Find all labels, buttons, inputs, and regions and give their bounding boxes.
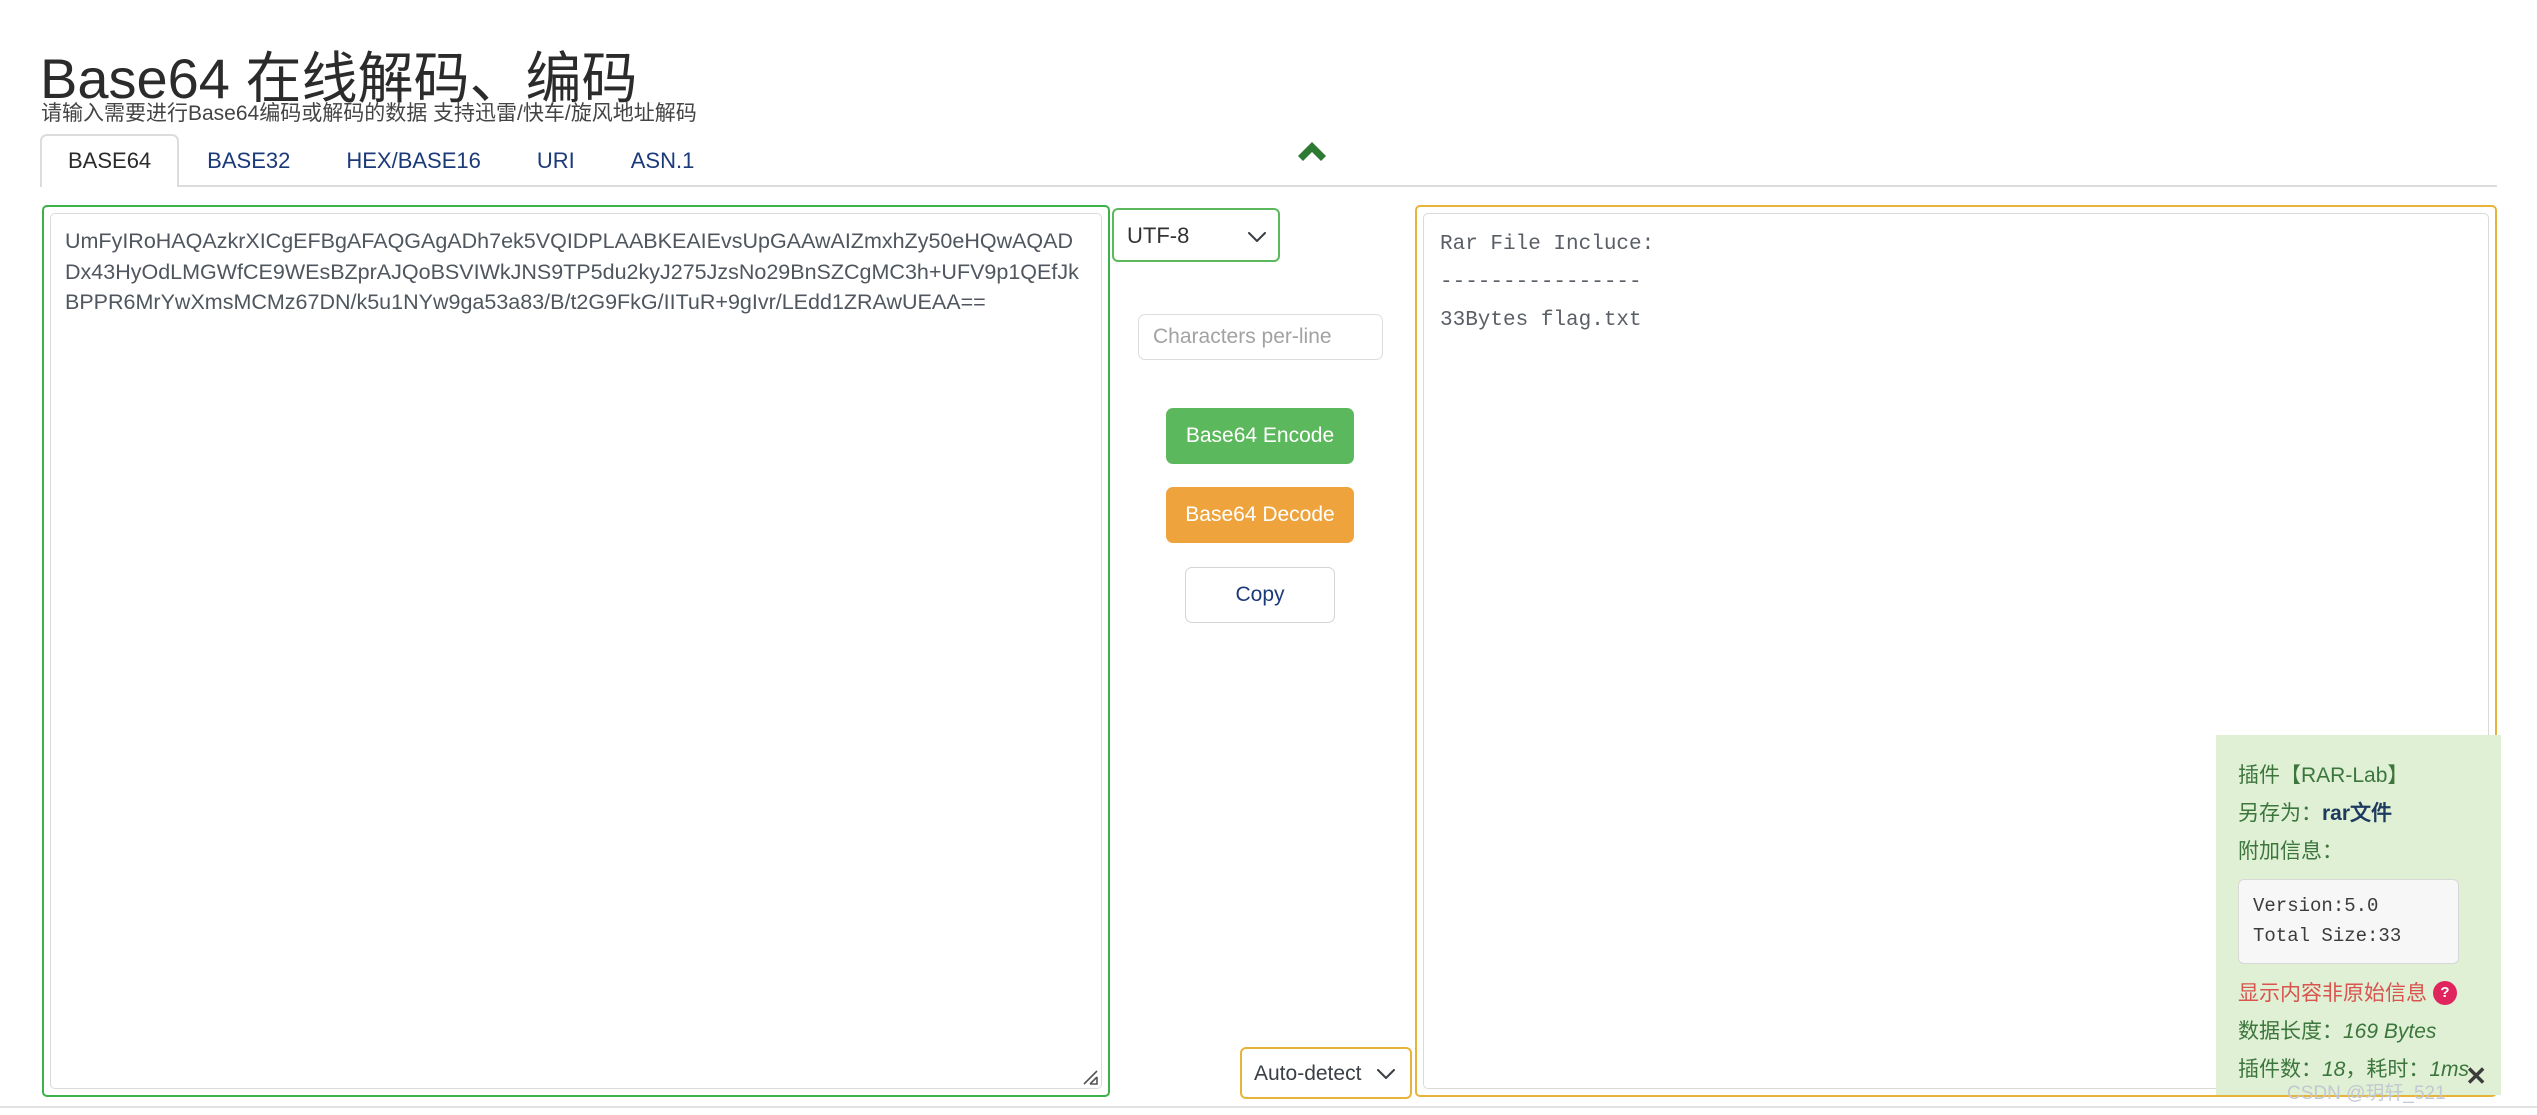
page-subtitle: 请输入需要进行Base64编码或解码的数据 支持迅雷/快车/旋风地址解码 (41, 97, 697, 127)
data-length-label: 数据长度： (2238, 1020, 2343, 1043)
tab-base64[interactable]: BASE64 (40, 134, 179, 187)
data-length-row: 数据长度：169 Bytes (2238, 1013, 2501, 1051)
tab-hex-base16[interactable]: HEX/BASE16 (318, 134, 509, 187)
data-length-value: 169 Bytes (2343, 1020, 2436, 1043)
plugin-info-popup: 插件【RAR-Lab】 另存为：rar文件 附加信息： Version:5.0 … (2216, 735, 2501, 1095)
bottom-divider (0, 1106, 2537, 1108)
base64-encode-button[interactable]: Base64 Encode (1166, 408, 1354, 464)
page-root: Base64 在线解码、编码 请输入需要进行Base64编码或解码的数据 支持迅… (0, 0, 2537, 1115)
save-as-value[interactable]: rar文件 (2322, 802, 2392, 825)
close-icon[interactable]: ✕ (2465, 1063, 2487, 1089)
save-as-row: 另存为：rar文件 (2238, 795, 2501, 833)
tab-bar: BASE64 BASE32 HEX/BASE16 URI ASN.1 (40, 132, 2497, 187)
save-as-label: 另存为： (2238, 802, 2322, 825)
help-icon[interactable]: ? (2433, 981, 2457, 1005)
extra-info-box: Version:5.0 Total Size:33 (2238, 879, 2459, 964)
non-original-warning-row: 显示内容非原始信息? (2238, 975, 2501, 1013)
characters-per-line-input[interactable] (1138, 314, 1383, 360)
chevron-up-icon[interactable] (1295, 136, 1329, 162)
watermark: CSDN @玥轩_521 (2287, 1078, 2446, 1105)
base64-decode-button[interactable]: Base64 Decode (1166, 487, 1354, 543)
tab-uri[interactable]: URI (509, 134, 603, 187)
tab-base32[interactable]: BASE32 (179, 134, 318, 187)
copy-button[interactable]: Copy (1185, 567, 1335, 623)
plugin-name: 插件【RAR-Lab】 (2238, 757, 2501, 795)
input-panel (42, 205, 1110, 1097)
tab-asn1[interactable]: ASN.1 (603, 134, 723, 187)
extra-info-label: 附加信息： (2238, 833, 2501, 871)
format-detect-select[interactable]: Auto-detect (1240, 1047, 1412, 1099)
non-original-warning: 显示内容非原始信息 (2238, 982, 2427, 1005)
encoding-select[interactable]: UTF-8 (1112, 208, 1280, 262)
base64-input[interactable] (50, 213, 1102, 1089)
